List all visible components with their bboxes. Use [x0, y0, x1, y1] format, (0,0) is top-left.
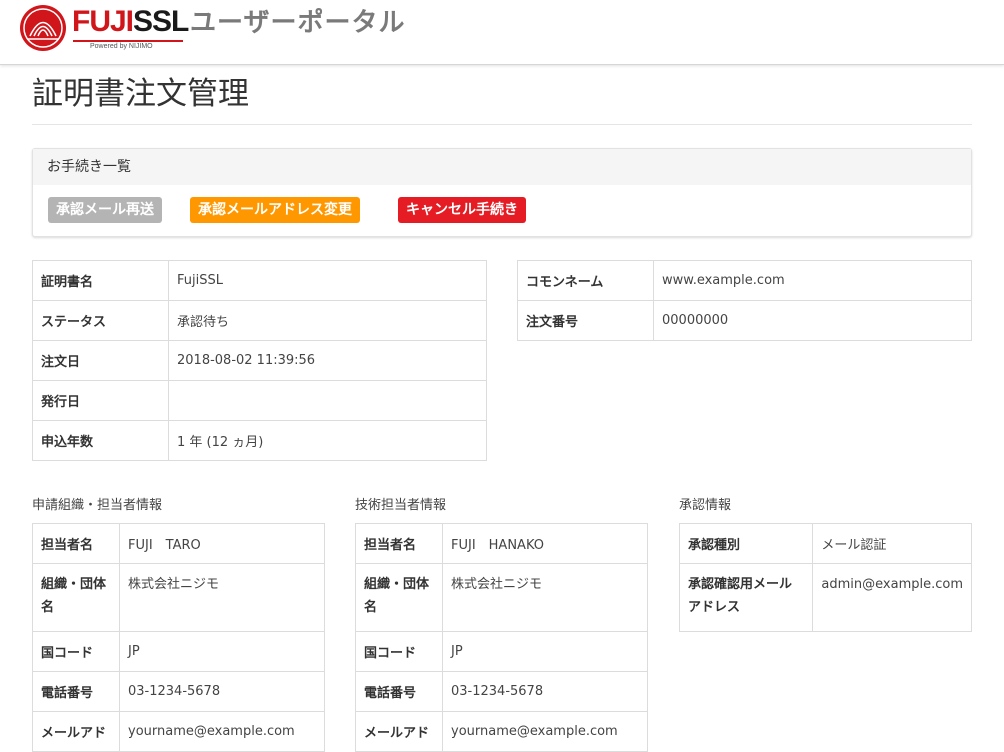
row-label: 注文日	[32, 340, 169, 381]
row-label: 国コード	[32, 631, 120, 672]
row-value: 03-1234-5678	[119, 671, 325, 712]
brand-text-dark: SSL	[133, 5, 189, 38]
table-row: 注文番号 00000000	[517, 300, 972, 341]
row-value: 00000000	[653, 300, 972, 341]
row-value: JP	[119, 631, 325, 672]
title-divider	[32, 124, 972, 125]
table-row: 担当者名 FUJI TARO	[32, 523, 325, 564]
top-header: FUJISSL Powered by NIJIMO ユーザーポータル	[0, 0, 1004, 65]
row-value: メール認証	[812, 523, 972, 564]
row-value	[168, 380, 487, 421]
table-row: 注文日 2018-08-02 11:39:56	[32, 340, 487, 381]
row-label: 申込年数	[32, 420, 169, 461]
table-row: 電話番号 03-1234-5678	[355, 671, 648, 712]
powered-by-text: Powered by NIJIMO	[90, 43, 153, 50]
change-approval-address-button[interactable]: 承認メールアドレス変更	[190, 197, 360, 223]
brand-text-red: FUJI	[72, 5, 134, 38]
table-row: 組織・団体名 株式会社ニジモ	[32, 563, 325, 632]
technical-info-table: 担当者名 FUJI HANAKO 組織・団体名 株式会社ニジモ 国コード JP 電話番…	[355, 523, 648, 752]
table-row: 発行日	[32, 380, 487, 421]
row-value: 2018-08-02 11:39:56	[168, 340, 487, 381]
row-label: 発行日	[32, 380, 169, 421]
row-label: 電話番号	[355, 671, 443, 712]
table-row: 国コード JP	[32, 631, 325, 672]
approval-section-title: 承認情報	[679, 498, 732, 513]
row-value: yourname@example.com	[442, 711, 648, 752]
row-label: ステータス	[32, 300, 169, 341]
row-label: 組織・団体名	[32, 563, 120, 632]
brand-underline	[73, 40, 183, 42]
row-value: JP	[442, 631, 648, 672]
table-row: 証明書名 FujiSSL	[32, 260, 487, 301]
row-value: FUJI HANAKO	[442, 523, 648, 564]
row-label: コモンネーム	[517, 260, 654, 301]
row-label: 組織・団体名	[355, 563, 443, 632]
table-row: 国コード JP	[355, 631, 648, 672]
row-value: yourname@example.com	[119, 711, 325, 752]
table-row: コモンネーム www.example.com	[517, 260, 972, 301]
procedures-panel: お手続き一覧 承認メール再送 承認メールアドレス変更 キャンセル手続き	[32, 148, 972, 237]
procedures-panel-title: お手続き一覧	[33, 149, 971, 185]
row-value: admin@example.com	[812, 563, 972, 632]
row-label: 担当者名	[32, 523, 120, 564]
row-label: 注文番号	[517, 300, 654, 341]
table-row: 担当者名 FUJI HANAKO	[355, 523, 648, 564]
row-value: 03-1234-5678	[442, 671, 648, 712]
table-row: 電話番号 03-1234-5678	[32, 671, 325, 712]
table-row: 承認種別 メール認証	[678, 523, 972, 564]
cancel-procedure-button[interactable]: キャンセル手続き	[398, 197, 526, 223]
brand-logo-text[interactable]: FUJISSL	[72, 4, 189, 40]
portal-title: ユーザーポータル	[190, 8, 406, 38]
row-value: 株式会社ニジモ	[442, 563, 648, 632]
table-row: メールアド yourname@example.com	[32, 711, 325, 752]
row-value: 株式会社ニジモ	[119, 563, 325, 632]
row-label: 証明書名	[32, 260, 169, 301]
row-label: 電話番号	[32, 671, 120, 712]
row-label: メールアド	[355, 711, 443, 752]
row-label: 承認種別	[678, 523, 814, 564]
certificate-info-table: 証明書名 FujiSSL ステータス 承認待ち 注文日 2018-08-02 11:3…	[32, 260, 487, 461]
row-value: www.example.com	[653, 260, 972, 301]
row-label: 国コード	[355, 631, 443, 672]
table-row: ステータス 承認待ち	[32, 300, 487, 341]
applicant-section-title: 申請組織・担当者情報	[32, 498, 163, 513]
table-row: メールアド yourname@example.com	[355, 711, 648, 752]
table-row: 組織・団体名 株式会社ニジモ	[355, 563, 648, 632]
resend-approval-mail-button[interactable]: 承認メール再送	[48, 197, 162, 223]
technical-section-title: 技術担当者情報	[355, 498, 447, 513]
fujissl-logo-icon[interactable]	[18, 3, 68, 53]
table-row: 申込年数 1 年 (12 ヵ月)	[32, 420, 487, 461]
table-row: 承認確認用メールアドレス admin@example.com	[678, 563, 972, 632]
row-value: FUJI TARO	[119, 523, 325, 564]
row-label: 承認確認用メールアドレス	[678, 563, 814, 632]
approval-info-table: 承認種別 メール認証 承認確認用メールアドレス admin@example.com	[678, 523, 972, 632]
page-title: 証明書注文管理	[32, 76, 249, 112]
row-value: FujiSSL	[168, 260, 487, 301]
applicant-info-table: 担当者名 FUJI TARO 組織・団体名 株式会社ニジモ 国コード JP 電話番号 0…	[32, 523, 325, 752]
row-value: 承認待ち	[168, 300, 487, 341]
row-label: 担当者名	[355, 523, 443, 564]
row-label: メールアド	[32, 711, 120, 752]
order-info-table: コモンネーム www.example.com 注文番号 00000000	[517, 260, 972, 341]
row-value: 1 年 (12 ヵ月)	[168, 420, 487, 461]
